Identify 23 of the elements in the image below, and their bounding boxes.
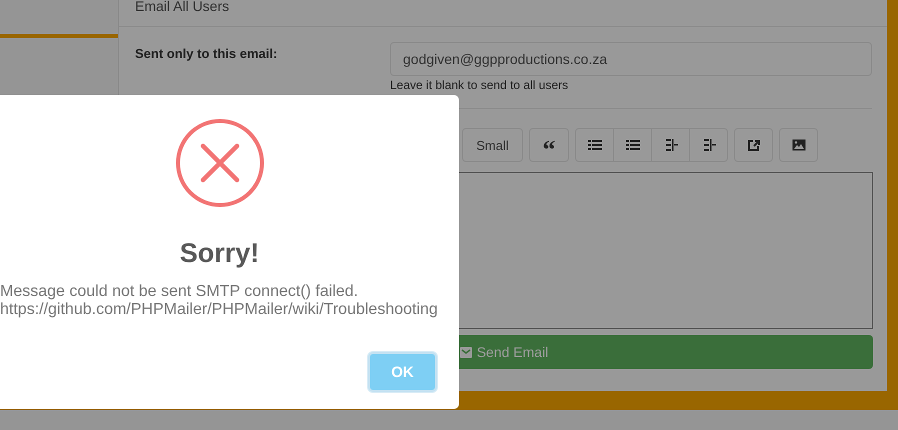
dialog-message: https://github.com/PHPMailer/PHPMailer/wiki/Troubleshooting: [0, 301, 438, 319]
error-icon: [174, 118, 264, 208]
field-label: Sent only to this email:: [135, 45, 278, 63]
quote-button[interactable]: “: [529, 128, 569, 162]
indent-icon: [702, 139, 716, 151]
share-icon: [747, 138, 760, 152]
field-hint: Leave it blank to send to all users: [390, 78, 570, 92]
outdent-icon: [664, 139, 678, 151]
indent-button[interactable]: [689, 128, 728, 162]
envelope-icon: [460, 346, 472, 358]
list-button[interactable]: [613, 128, 652, 162]
bulleted-list-icon: [588, 139, 602, 151]
dialog-message: Message could not be sent SMTP connect() failed.: [0, 283, 360, 301]
bulleted-list-button[interactable]: [575, 128, 614, 162]
panel-title: Email All Users: [135, 0, 230, 14]
small-button[interactable]: Small: [462, 128, 523, 162]
share-button[interactable]: [734, 128, 773, 162]
outdent-button[interactable]: [651, 128, 690, 162]
image-icon: [792, 139, 806, 151]
image-button[interactable]: [779, 128, 818, 162]
list-icon: [626, 139, 640, 151]
dialog-title: Sorry!: [180, 238, 260, 269]
email-field[interactable]: godgiven@ggpproductions.co.za: [390, 42, 872, 76]
